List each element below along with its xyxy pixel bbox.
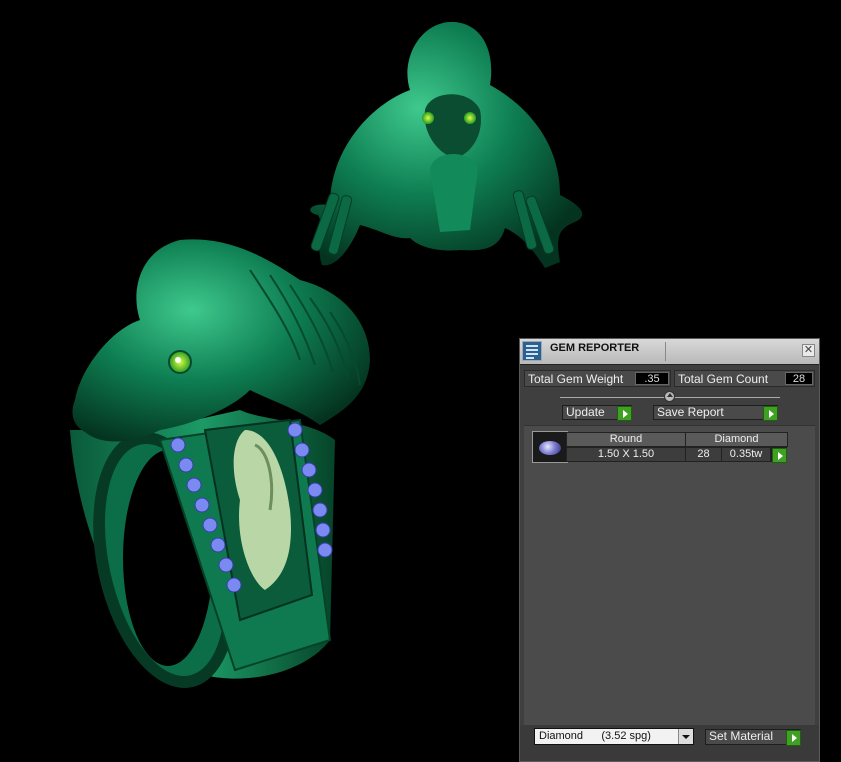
total-gem-count-label: Total Gem Count bbox=[678, 372, 769, 386]
update-label: Update bbox=[566, 405, 605, 419]
save-report-button[interactable]: Save Report bbox=[653, 405, 778, 421]
title-separator bbox=[665, 342, 666, 361]
gem-count-cell: 28 bbox=[685, 447, 722, 462]
total-gem-count-value: 28 bbox=[785, 372, 813, 385]
play-arrow-icon bbox=[763, 406, 778, 421]
material-select-value: Diamond (3.52 spg) bbox=[539, 730, 651, 742]
splitter-handle[interactable] bbox=[664, 391, 675, 402]
panel-titlebar[interactable]: GEM REPORTER ✕ bbox=[520, 339, 819, 365]
chevron-down-icon[interactable] bbox=[678, 729, 693, 744]
gem-stone-graphic bbox=[539, 441, 561, 455]
update-button[interactable]: Update bbox=[562, 405, 632, 421]
ram-ring-model bbox=[70, 239, 370, 688]
gem-list[interactable]: Round Diamond 1.50 X 1.50 28 0.35tw bbox=[524, 425, 815, 725]
set-material-button[interactable]: Set Material bbox=[705, 729, 801, 746]
total-gem-count-field: Total Gem Count 28 bbox=[674, 370, 815, 387]
gem-material-header: Diamond bbox=[685, 432, 788, 447]
play-arrow-icon bbox=[772, 448, 787, 463]
gem-reporter-panel: GEM REPORTER ✕ Total Gem Weight .35 Tota… bbox=[519, 338, 820, 762]
ram-head-front-model bbox=[310, 21, 583, 268]
gem-reporter-icon bbox=[522, 341, 542, 361]
panel-title: GEM REPORTER bbox=[550, 342, 640, 354]
set-material-label: Set Material bbox=[709, 729, 774, 743]
gem-weight-cell: 0.35tw bbox=[721, 447, 771, 462]
close-icon[interactable]: ✕ bbox=[802, 344, 815, 357]
total-gem-weight-label: Total Gem Weight bbox=[528, 372, 624, 386]
gem-row-action-button[interactable] bbox=[771, 447, 787, 463]
play-arrow-icon bbox=[617, 406, 632, 421]
total-gem-weight-value: .35 bbox=[635, 372, 669, 385]
gem-shape-header: Round bbox=[566, 432, 686, 447]
total-gem-weight-field: Total Gem Weight .35 bbox=[524, 370, 671, 387]
gem-size-cell: 1.50 X 1.50 bbox=[566, 447, 686, 462]
material-select[interactable]: Diamond (3.52 spg) bbox=[534, 728, 694, 745]
play-arrow-icon bbox=[786, 730, 801, 746]
material-bar: Diamond (3.52 spg) Set Material bbox=[520, 725, 819, 761]
save-report-label: Save Report bbox=[657, 405, 724, 419]
round-gem-icon bbox=[532, 431, 568, 463]
